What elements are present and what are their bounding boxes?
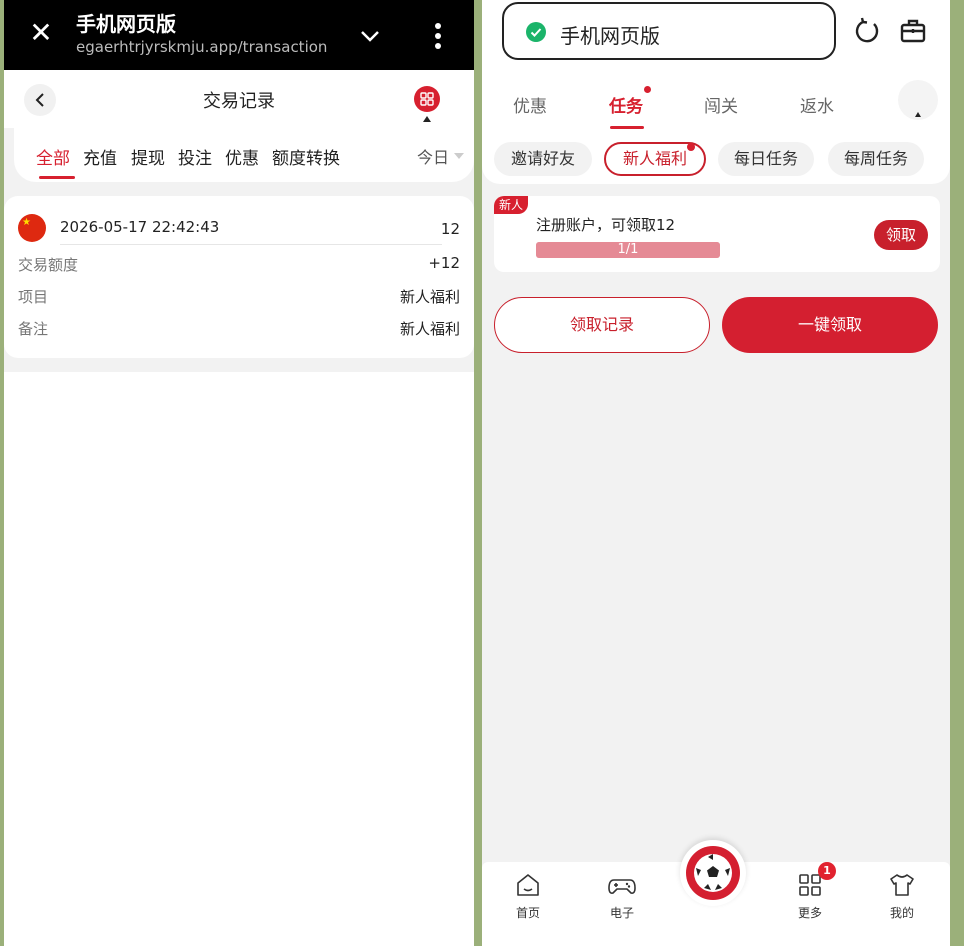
nav-home[interactable]: 首页 xyxy=(498,870,558,921)
notification-dot xyxy=(644,86,651,93)
task-progress-bar: 1/1 xyxy=(536,242,720,258)
chip-weekly-tasks[interactable]: 每周任务 xyxy=(828,142,924,176)
nav-more-label: 更多 xyxy=(797,906,822,920)
browser-url: egaerhtrjyrskmju.app/transaction xyxy=(76,38,328,56)
tab-challenge[interactable]: 闯关 xyxy=(704,92,738,117)
grid-icon xyxy=(420,92,434,106)
caret-down-icon xyxy=(454,153,464,159)
active-tab-underline xyxy=(610,126,644,129)
claim-records-button[interactable]: 领取记录 xyxy=(494,297,710,353)
shirt-icon xyxy=(890,874,914,896)
nav-home-label: 首页 xyxy=(515,906,540,920)
tab-transfer[interactable]: 额度转换 xyxy=(272,144,340,169)
browser-top-bar-right: 手机网页版 xyxy=(482,0,950,74)
browser-title: 手机网页版 xyxy=(76,12,176,36)
nav-profile[interactable]: 我的 xyxy=(872,870,932,921)
briefcase-icon[interactable] xyxy=(898,16,928,46)
gamepad-icon xyxy=(608,879,636,894)
tab-deposit[interactable]: 充值 xyxy=(83,144,117,169)
address-title: 手机网页版 xyxy=(560,24,660,48)
new-badge: 新人 xyxy=(494,196,528,214)
chip-daily-tasks[interactable]: 每日任务 xyxy=(718,142,814,176)
task-category-chips: 邀请好友 新人福利 每日任务 每周任务 xyxy=(482,134,950,184)
center-sports-button[interactable] xyxy=(680,840,746,906)
row-label-item: 项目 xyxy=(18,288,49,306)
tab-withdraw[interactable]: 提现 xyxy=(131,144,165,169)
right-panel: 手机网页版 优惠 任务 闯关 返水 邀请好友 新人福利 每日任务 每周任务 新人 xyxy=(482,0,950,946)
claim-button[interactable]: 领取 xyxy=(874,220,928,250)
nav-profile-label: 我的 xyxy=(889,906,914,920)
tab-tasks[interactable]: 任务 xyxy=(609,92,643,117)
address-bar[interactable]: 手机网页版 xyxy=(502,2,836,60)
page-title: 交易记录 xyxy=(203,91,275,112)
caret-up-icon xyxy=(915,112,921,117)
active-tab-underline xyxy=(39,176,75,179)
transaction-amount: 12 xyxy=(440,220,460,238)
left-panel: ✕ 手机网页版 egaerhtrjyrskmju.app/transaction… xyxy=(4,0,474,946)
more-tabs-button[interactable] xyxy=(898,80,938,120)
menu-grid-button[interactable] xyxy=(414,86,440,122)
row-value-note: 新人福利 xyxy=(399,320,460,338)
chevron-down-icon[interactable] xyxy=(356,22,384,50)
caret-up-icon xyxy=(423,116,431,122)
notification-dot xyxy=(687,143,695,151)
row-label-note: 备注 xyxy=(18,320,49,338)
tab-promotions[interactable]: 优惠 xyxy=(513,92,547,117)
claim-all-button[interactable]: 一键领取 xyxy=(722,297,938,353)
nav-electronic[interactable]: 电子 xyxy=(592,870,652,921)
task-description: 注册账户，可领取12 xyxy=(536,216,676,234)
reload-icon[interactable] xyxy=(852,16,882,46)
china-flag-icon: ★ xyxy=(18,214,46,242)
nav-electronic-label: 电子 xyxy=(609,906,634,920)
page-header: 交易记录 xyxy=(4,70,474,128)
notification-badge: 1 xyxy=(818,862,836,880)
date-filter[interactable]: 今日 xyxy=(417,144,449,168)
progress-text: 1/1 xyxy=(617,242,639,257)
close-icon[interactable]: ✕ xyxy=(26,18,56,48)
row-value-item: 新人福利 xyxy=(399,288,460,306)
chip-invite-friends[interactable]: 邀请好友 xyxy=(494,142,592,176)
more-vertical-icon[interactable] xyxy=(428,20,448,52)
transaction-card[interactable]: ★ 2026-05-17 22:42:43 12 交易额度 +12 项目 新人福… xyxy=(4,196,474,358)
promo-tabs: 优惠 任务 闯关 返水 xyxy=(482,74,950,134)
home-icon xyxy=(517,874,539,896)
tab-all[interactable]: 全部 xyxy=(36,144,70,169)
tab-bet[interactable]: 投注 xyxy=(178,144,212,169)
row-label-amount: 交易额度 xyxy=(18,256,79,274)
tab-promo[interactable]: 优惠 xyxy=(225,144,259,169)
transaction-datetime: 2026-05-17 22:42:43 xyxy=(60,218,220,236)
task-card: 新人 注册账户，可领取12 1/1 领取 xyxy=(494,196,940,272)
secure-check-icon xyxy=(526,22,546,42)
transaction-type-tabs: 全部 充值 提现 投注 优惠 额度转换 今日 xyxy=(14,128,474,182)
row-value-amount: +12 xyxy=(428,254,460,272)
divider xyxy=(60,244,442,245)
soccer-ball-icon xyxy=(694,854,732,892)
browser-top-bar: ✕ 手机网页版 egaerhtrjyrskmju.app/transaction xyxy=(4,0,474,70)
tab-rebate[interactable]: 返水 xyxy=(800,92,834,117)
